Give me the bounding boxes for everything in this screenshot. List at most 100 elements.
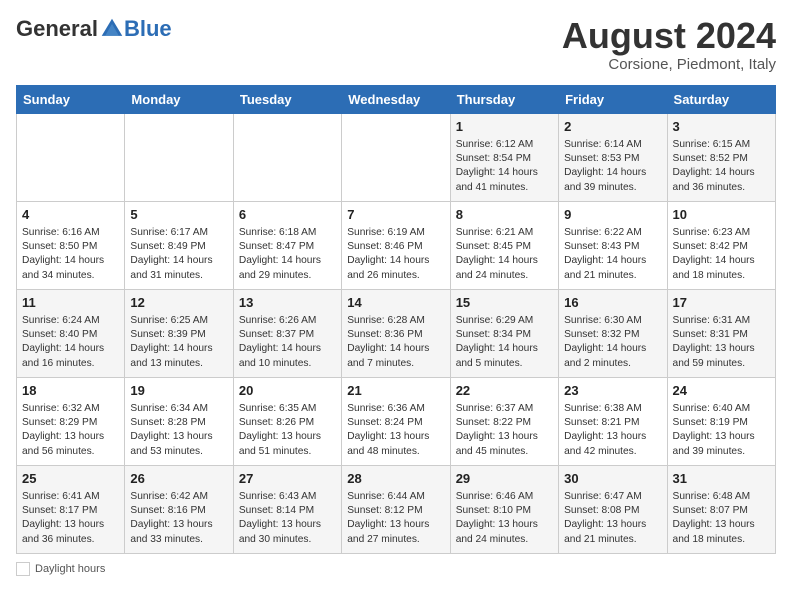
calendar-cell: 26 Sunrise: 6:42 AM Sunset: 8:16 PM Dayli… [125, 465, 233, 553]
calendar-cell: 21 Sunrise: 6:36 AM Sunset: 8:24 PM Dayli… [342, 377, 450, 465]
day-info: Sunrise: 6:46 AM Sunset: 8:10 PM Dayligh… [456, 490, 553, 547]
calendar-cell: 11 Sunrise: 6:24 AM Sunset: 8:40 PM Dayli… [17, 289, 125, 377]
day-info: Sunrise: 6:21 AM Sunset: 8:45 PM Dayligh… [456, 226, 553, 283]
calendar-cell: 29 Sunrise: 6:46 AM Sunset: 8:10 PM Dayli… [450, 465, 558, 553]
calendar-cell [125, 113, 233, 201]
day-number: 26 [130, 470, 227, 488]
day-number: 28 [347, 470, 444, 488]
day-number: 14 [347, 294, 444, 312]
day-number: 25 [22, 470, 119, 488]
day-number: 1 [456, 118, 553, 136]
calendar-cell: 27Sunrise: 6:43 AM Sunset: 8:14 PM Dayli… [233, 465, 341, 553]
day-number: 16 [564, 294, 661, 312]
calendar-day-header: Friday [559, 85, 667, 113]
calendar-cell [342, 113, 450, 201]
logo: General Blue [16, 16, 172, 42]
day-info: Sunrise: 6:38 AM Sunset: 8:21 PM Dayligh… [564, 402, 661, 459]
calendar-day-header: Saturday [667, 85, 775, 113]
day-number: 3 [673, 118, 770, 136]
calendar-week-row: 11 Sunrise: 6:24 AM Sunset: 8:40 PM Dayli… [17, 289, 776, 377]
calendar-cell: 23Sunrise: 6:38 AM Sunset: 8:21 PM Dayli… [559, 377, 667, 465]
calendar-cell: 12Sunrise: 6:25 AM Sunset: 8:39 PM Dayli… [125, 289, 233, 377]
day-number: 10 [673, 206, 770, 224]
calendar-cell: 5Sunrise: 6:17 AM Sunset: 8:49 PM Daylig… [125, 201, 233, 289]
calendar-day-header: Sunday [17, 85, 125, 113]
calendar-day-header: Wednesday [342, 85, 450, 113]
logo-icon [100, 17, 124, 41]
day-info: Sunrise: 6:16 AM Sunset: 8:50 PM Dayligh… [22, 226, 119, 283]
day-info: Sunrise: 6:12 AM Sunset: 8:54 PM Dayligh… [456, 138, 553, 195]
day-number: 6 [239, 206, 336, 224]
day-info: Sunrise: 6:40 AM Sunset: 8:19 PM Dayligh… [673, 402, 770, 459]
calendar-cell: 8 Sunrise: 6:21 AM Sunset: 8:45 PM Daylig… [450, 201, 558, 289]
calendar-cell: 15Sunrise: 6:29 AM Sunset: 8:34 PM Dayli… [450, 289, 558, 377]
day-number: 13 [239, 294, 336, 312]
calendar-cell: 4 Sunrise: 6:16 AM Sunset: 8:50 PM Daylig… [17, 201, 125, 289]
month-title: August 2024 [562, 16, 776, 56]
calendar-cell: 6 Sunrise: 6:18 AM Sunset: 8:47 PM Daylig… [233, 201, 341, 289]
day-info: Sunrise: 6:17 AM Sunset: 8:49 PM Dayligh… [130, 226, 227, 283]
day-number: 21 [347, 382, 444, 400]
day-number: 7 [347, 206, 444, 224]
day-info: Sunrise: 6:43 AM Sunset: 8:14 PM Dayligh… [239, 490, 336, 547]
legend-daylight-label: Daylight hours [35, 563, 105, 575]
day-info: Sunrise: 6:29 AM Sunset: 8:34 PM Dayligh… [456, 314, 553, 371]
calendar-cell: 3 Sunrise: 6:15 AM Sunset: 8:52 PM Daylig… [667, 113, 775, 201]
day-number: 11 [22, 294, 119, 312]
day-number: 24 [673, 382, 770, 400]
calendar-legend: Daylight hours [16, 562, 776, 576]
calendar-week-row: 18 Sunrise: 6:32 AM Sunset: 8:29 PM Dayli… [17, 377, 776, 465]
day-info: Sunrise: 6:37 AM Sunset: 8:22 PM Dayligh… [456, 402, 553, 459]
legend-box [16, 562, 30, 576]
day-info: Sunrise: 6:24 AM Sunset: 8:40 PM Dayligh… [22, 314, 119, 371]
calendar-cell: 7 Sunrise: 6:19 AM Sunset: 8:46 PM Daylig… [342, 201, 450, 289]
calendar-cell [233, 113, 341, 201]
day-info: Sunrise: 6:28 AM Sunset: 8:36 PM Dayligh… [347, 314, 444, 371]
calendar-week-row: 25 Sunrise: 6:41 AM Sunset: 8:17 PM Dayli… [17, 465, 776, 553]
day-number: 31 [673, 470, 770, 488]
day-number: 2 [564, 118, 661, 136]
day-info: Sunrise: 6:25 AM Sunset: 8:39 PM Dayligh… [130, 314, 227, 371]
calendar-cell: 17Sunrise: 6:31 AM Sunset: 8:31 PM Dayli… [667, 289, 775, 377]
day-info: Sunrise: 6:42 AM Sunset: 8:16 PM Dayligh… [130, 490, 227, 547]
day-number: 17 [673, 294, 770, 312]
location: Corsione, Piedmont, Italy [562, 56, 776, 73]
calendar-header-row: SundayMondayTuesdayWednesdayThursdayFrid… [17, 85, 776, 113]
day-info: Sunrise: 6:30 AM Sunset: 8:32 PM Dayligh… [564, 314, 661, 371]
day-number: 19 [130, 382, 227, 400]
day-info: Sunrise: 6:32 AM Sunset: 8:29 PM Dayligh… [22, 402, 119, 459]
calendar-cell: 22 Sunrise: 6:37 AM Sunset: 8:22 PM Dayli… [450, 377, 558, 465]
logo-text: General Blue [16, 16, 172, 42]
calendar-cell: 10 Sunrise: 6:23 AM Sunset: 8:42 PM Dayli… [667, 201, 775, 289]
calendar-cell: 31Sunrise: 6:48 AM Sunset: 8:07 PM Dayli… [667, 465, 775, 553]
logo-general: General [16, 16, 98, 42]
day-info: Sunrise: 6:41 AM Sunset: 8:17 PM Dayligh… [22, 490, 119, 547]
day-number: 4 [22, 206, 119, 224]
calendar-cell: 24 Sunrise: 6:40 AM Sunset: 8:19 PM Dayli… [667, 377, 775, 465]
day-number: 30 [564, 470, 661, 488]
day-info: Sunrise: 6:19 AM Sunset: 8:46 PM Dayligh… [347, 226, 444, 283]
day-number: 9 [564, 206, 661, 224]
legend-item-daylight: Daylight hours [16, 562, 105, 576]
day-info: Sunrise: 6:18 AM Sunset: 8:47 PM Dayligh… [239, 226, 336, 283]
calendar-week-row: 4 Sunrise: 6:16 AM Sunset: 8:50 PM Daylig… [17, 201, 776, 289]
day-number: 29 [456, 470, 553, 488]
day-number: 22 [456, 382, 553, 400]
calendar-cell: 19Sunrise: 6:34 AM Sunset: 8:28 PM Dayli… [125, 377, 233, 465]
calendar-day-header: Thursday [450, 85, 558, 113]
day-info: Sunrise: 6:23 AM Sunset: 8:42 PM Dayligh… [673, 226, 770, 283]
calendar-cell: 16 Sunrise: 6:30 AM Sunset: 8:32 PM Dayli… [559, 289, 667, 377]
day-number: 18 [22, 382, 119, 400]
calendar-cell: 28Sunrise: 6:44 AM Sunset: 8:12 PM Dayli… [342, 465, 450, 553]
calendar-cell: 13 Sunrise: 6:26 AM Sunset: 8:37 PM Dayli… [233, 289, 341, 377]
calendar-cell: 25 Sunrise: 6:41 AM Sunset: 8:17 PM Dayli… [17, 465, 125, 553]
logo-blue: Blue [124, 16, 172, 42]
day-info: Sunrise: 6:36 AM Sunset: 8:24 PM Dayligh… [347, 402, 444, 459]
calendar-cell: 9Sunrise: 6:22 AM Sunset: 8:43 PM Daylig… [559, 201, 667, 289]
calendar-cell [17, 113, 125, 201]
page-header: General Blue August 2024 Corsione, Piedm… [16, 16, 776, 73]
calendar-day-header: Tuesday [233, 85, 341, 113]
day-info: Sunrise: 6:15 AM Sunset: 8:52 PM Dayligh… [673, 138, 770, 195]
day-info: Sunrise: 6:26 AM Sunset: 8:37 PM Dayligh… [239, 314, 336, 371]
day-number: 8 [456, 206, 553, 224]
